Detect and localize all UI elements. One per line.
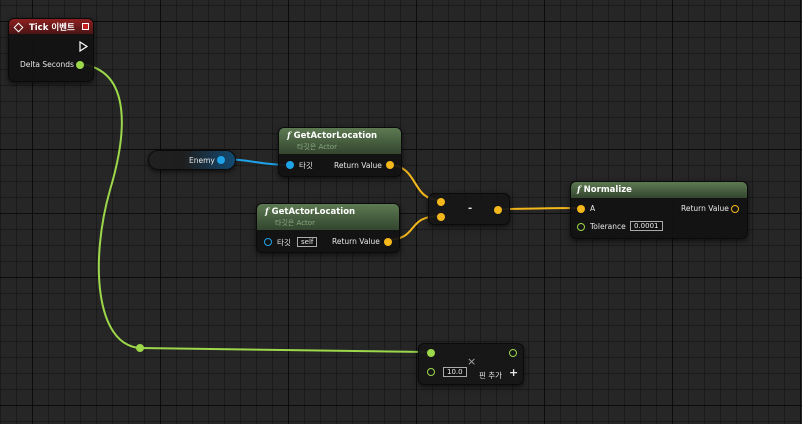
graph-origin-vertical-line	[416, 0, 417, 424]
normalize-input-a-label: A	[590, 204, 596, 213]
delta-seconds-label: Delta Seconds	[20, 60, 74, 69]
get-actor-location-1-header[interactable]: f GetActorLocation 타깃은 Actor	[279, 128, 401, 154]
subtract-node[interactable]: -	[428, 193, 510, 225]
function-icon: f	[265, 207, 269, 217]
multiply-input-a-pin[interactable]	[427, 349, 435, 357]
get-actor-location-2-title: GetActorLocation	[271, 207, 356, 217]
get-actor-location-1-subtitle: 타깃은 Actor	[297, 143, 337, 151]
event-delegate-icon	[82, 23, 89, 30]
target-self-field[interactable]: self	[297, 237, 318, 247]
multiply-operator-label: ×	[467, 355, 477, 368]
multiply-node[interactable]: × 10.0 핀 추가 +	[418, 343, 524, 385]
get-actor-location-node-1[interactable]: f GetActorLocation 타깃은 Actor 타깃 Return Va…	[278, 127, 402, 177]
target-label-2: 타깃	[277, 238, 291, 247]
function-icon: f	[287, 131, 291, 141]
add-pin-label[interactable]: 핀 추가	[479, 370, 502, 381]
normalize-header[interactable]: f Normalize	[571, 182, 747, 198]
get-actor-location-1-title: GetActorLocation	[293, 131, 378, 141]
return-value-label-2: Return Value	[332, 237, 380, 246]
get-actor-location-2-header[interactable]: f GetActorLocation 타깃은 Actor	[257, 204, 399, 230]
get-actor-location-2-subtitle: 타깃은 Actor	[275, 219, 315, 227]
event-diamond-icon	[13, 22, 24, 33]
add-pin-plus-icon[interactable]: +	[509, 366, 518, 379]
tolerance-label: Tolerance	[590, 222, 626, 231]
multiply-input-b-pin[interactable]	[427, 368, 435, 376]
enemy-variable-node[interactable]: Enemy	[148, 150, 236, 170]
tolerance-input-field[interactable]: 0.0001	[630, 221, 663, 231]
target-input-pin-1[interactable]	[286, 161, 294, 169]
subtract-input-a-pin[interactable]	[437, 198, 445, 206]
normalize-node[interactable]: f Normalize A Return Value Tolerance 0.00…	[570, 181, 748, 239]
target-input-pin-2[interactable]	[264, 238, 272, 246]
normalize-input-a-pin[interactable]	[577, 205, 585, 213]
normalize-title: Normalize	[583, 185, 632, 195]
delta-seconds-pin[interactable]	[76, 61, 84, 69]
return-value-pin-2[interactable]	[384, 238, 392, 246]
enemy-variable-label: Enemy	[189, 156, 215, 165]
get-actor-location-node-2[interactable]: f GetActorLocation 타깃은 Actor 타깃 self Retu…	[256, 203, 400, 253]
multiply-value-field[interactable]: 10.0	[443, 367, 467, 377]
return-value-label-1: Return Value	[334, 161, 382, 170]
function-icon: f	[577, 185, 581, 195]
enemy-output-pin[interactable]	[217, 156, 225, 164]
tick-event-header[interactable]: Tick 이벤트	[9, 19, 93, 34]
subtract-operator-label: -	[468, 203, 473, 214]
return-value-pin-1[interactable]	[386, 161, 394, 169]
tick-event-title: Tick 이벤트	[28, 23, 75, 33]
tick-event-node[interactable]: Tick 이벤트 Delta Seconds	[8, 18, 94, 82]
normalize-return-label: Return Value	[681, 204, 729, 213]
exec-output-pin[interactable]	[79, 41, 89, 52]
subtract-output-pin[interactable]	[494, 206, 502, 214]
subtract-input-b-pin[interactable]	[437, 213, 445, 221]
tolerance-input-pin[interactable]	[577, 223, 585, 231]
target-label-1: 타깃	[299, 161, 313, 170]
multiply-output-pin[interactable]	[509, 349, 517, 357]
normalize-return-pin[interactable]	[731, 205, 739, 213]
